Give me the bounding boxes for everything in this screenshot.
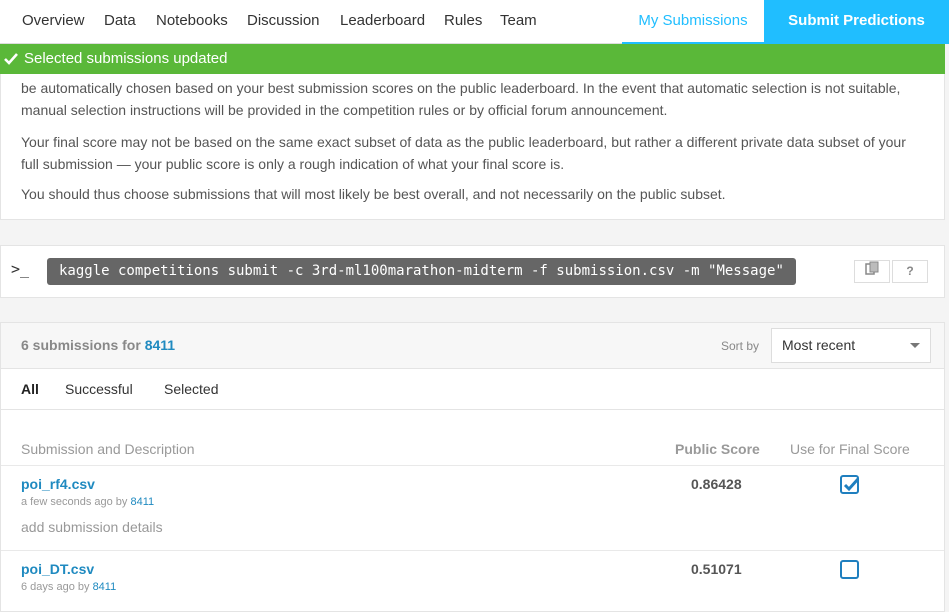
public-score: 0.51071 [691, 561, 742, 577]
notice-text: Selected submissions updated [24, 50, 228, 67]
api-command-text[interactable]: kaggle competitions submit -c 3rd-ml100m… [47, 258, 796, 285]
public-score: 0.86428 [691, 476, 742, 492]
column-header-description: Submission and Description [21, 441, 195, 457]
tab-discussion[interactable]: Discussion [247, 0, 320, 44]
submission-user-link[interactable]: 8411 [130, 496, 154, 508]
column-header-final: Use for Final Score [790, 441, 910, 457]
copy-icon [865, 261, 879, 278]
count-text: 6 submissions for [21, 337, 141, 353]
info-paragraph-1: be automatically chosen based on your be… [21, 80, 901, 118]
submission-user-link[interactable]: 8411 [93, 581, 117, 593]
filter-all[interactable]: All [21, 381, 39, 397]
submission-time: 6 days ago by [21, 581, 90, 593]
info-paragraph-2: Your final score may not be based on the… [21, 134, 906, 172]
filter-successful[interactable]: Successful [65, 381, 133, 397]
filter-selected[interactable]: Selected [164, 381, 218, 397]
column-header-score[interactable]: Public Score [675, 441, 760, 457]
chevron-down-icon [910, 343, 920, 348]
tab-leaderboard[interactable]: Leaderboard [340, 0, 425, 44]
tab-rules[interactable]: Rules [444, 0, 482, 44]
submission-filename[interactable]: poi_DT.csv [21, 561, 94, 577]
submit-predictions-button[interactable]: Submit Predictions [764, 0, 949, 44]
sort-by-label: Sort by [721, 339, 760, 353]
divider [1, 465, 944, 466]
tab-team[interactable]: Team [500, 0, 537, 44]
submission-filename[interactable]: poi_rf4.csv [21, 476, 95, 492]
submission-time: a few seconds ago by [21, 496, 128, 508]
copy-command-button[interactable] [854, 260, 890, 283]
final-score-info-panel: be automatically chosen based on your be… [0, 74, 945, 220]
top-nav: Overview Data Notebooks Discussion Leade… [0, 0, 949, 44]
submissions-header: 6 submissions for 8411 Sort by Most rece… [1, 323, 944, 369]
submissions-panel: 6 submissions for 8411 Sort by Most rece… [0, 322, 945, 612]
divider [1, 409, 944, 410]
tab-my-submissions[interactable]: My Submissions [622, 0, 764, 44]
submission-meta: a few seconds ago by 8411 [21, 496, 154, 508]
tab-data[interactable]: Data [104, 0, 136, 44]
final-score-checkbox[interactable] [840, 560, 859, 579]
success-notice: Selected submissions updated [0, 44, 945, 74]
tab-overview[interactable]: Overview [22, 0, 85, 44]
tab-notebooks[interactable]: Notebooks [156, 0, 228, 44]
submissions-count: 6 submissions for 8411 [21, 337, 175, 353]
submission-meta: 6 days ago by 8411 [21, 581, 116, 593]
terminal-icon: >_ [11, 260, 30, 278]
help-button[interactable]: ? [892, 260, 928, 283]
sort-value: Most recent [782, 337, 856, 353]
api-command-panel: >_ kaggle competitions submit -c 3rd-ml1… [0, 245, 945, 298]
info-paragraph-3: You should thus choose submissions that … [21, 186, 726, 202]
user-link[interactable]: 8411 [145, 337, 175, 353]
divider [1, 550, 944, 551]
final-score-checkbox[interactable] [840, 475, 860, 494]
sort-select[interactable]: Most recent [771, 328, 931, 363]
checkmark-icon [843, 477, 860, 492]
add-details-link[interactable]: add submission details [21, 519, 163, 535]
